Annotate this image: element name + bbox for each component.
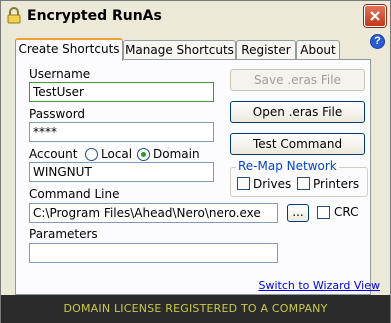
window-title: Encrypted RunAs xyxy=(27,8,162,24)
drives-label[interactable]: Drives xyxy=(253,177,291,191)
password-label: Password xyxy=(29,107,86,121)
password-input[interactable]: **** xyxy=(29,122,214,142)
tab-register[interactable]: Register xyxy=(236,40,296,60)
parameters-input[interactable] xyxy=(29,243,278,263)
test-command-button[interactable]: Test Command xyxy=(230,133,365,155)
tab-about[interactable]: About xyxy=(296,40,340,60)
printers-label[interactable]: Printers xyxy=(313,177,359,191)
radio-selected-dot xyxy=(141,152,146,157)
remap-network-title: Re-Map Network xyxy=(236,159,339,173)
browse-button[interactable]: ... xyxy=(287,204,309,222)
license-footer: DOMAIN LICENSE REGISTERED TO A COMPANY xyxy=(1,295,390,323)
crc-label[interactable]: CRC xyxy=(334,205,359,219)
command-line-input[interactable]: C:\Program Files\Ahead\Nero\nero.exe xyxy=(29,203,278,223)
title-bar[interactable]: Encrypted RunAs xyxy=(1,1,390,31)
printers-checkbox[interactable] xyxy=(297,177,310,190)
radio-local[interactable] xyxy=(85,148,98,161)
crc-checkbox[interactable] xyxy=(317,206,330,219)
close-icon xyxy=(370,11,380,21)
tab-manage-shortcuts[interactable]: Manage Shortcuts xyxy=(123,40,236,60)
domain-input[interactable]: WINGNUT xyxy=(29,162,214,182)
parameters-label: Parameters xyxy=(29,227,98,241)
close-button[interactable] xyxy=(364,5,386,27)
command-line-label: Command Line xyxy=(29,187,120,201)
help-icon[interactable]: ? xyxy=(370,34,385,49)
open-eras-button[interactable]: Open .eras File xyxy=(230,101,365,123)
drives-checkbox[interactable] xyxy=(237,177,250,190)
radio-local-label[interactable]: Local xyxy=(101,147,132,161)
switch-wizard-link[interactable]: Switch to Wizard View xyxy=(258,279,380,292)
account-label: Account xyxy=(29,147,78,161)
tab-create-shortcuts[interactable]: Create Shortcuts xyxy=(15,38,123,61)
username-label: Username xyxy=(29,67,91,81)
lock-icon xyxy=(7,7,21,24)
license-text: DOMAIN LICENSE REGISTERED TO A COMPANY xyxy=(63,302,328,315)
save-eras-button[interactable]: Save .eras File xyxy=(230,69,365,91)
radio-domain[interactable] xyxy=(137,148,150,161)
username-input[interactable]: TestUser xyxy=(29,82,214,102)
app-window: Encrypted RunAs ? Create Shortcuts Manag… xyxy=(0,0,391,323)
radio-domain-label[interactable]: Domain xyxy=(153,147,200,161)
